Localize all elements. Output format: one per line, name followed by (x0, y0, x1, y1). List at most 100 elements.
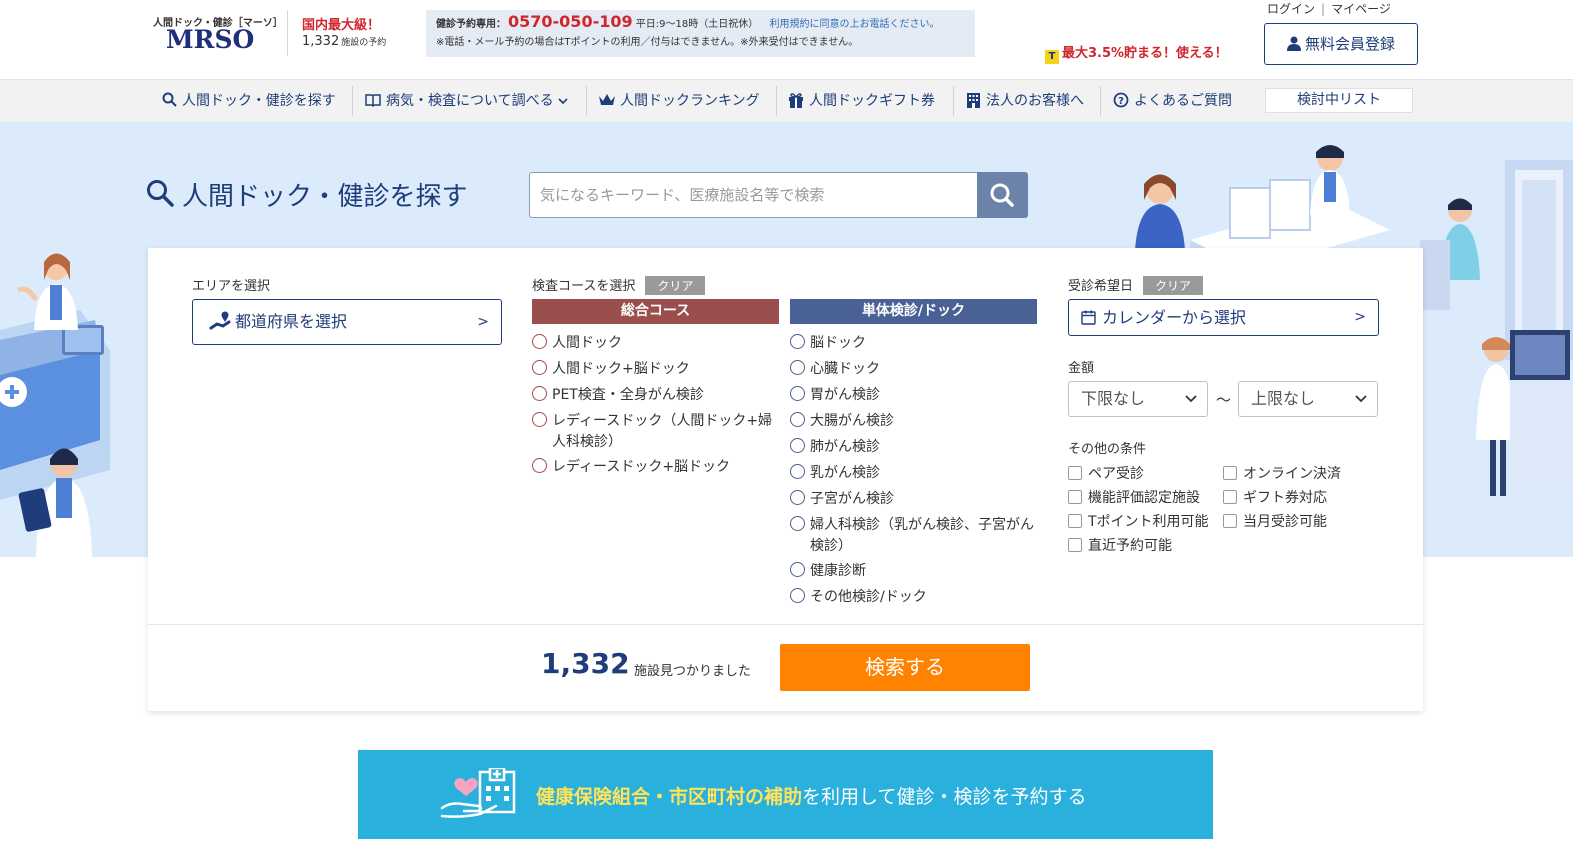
checkbox-accredited[interactable]: 機能評価認定施設 (1068, 487, 1200, 507)
nav-separator (776, 86, 777, 116)
register-button[interactable]: 無料会員登録 (1264, 23, 1418, 65)
radio-circle[interactable] (790, 588, 805, 603)
radio-circle[interactable] (790, 490, 805, 505)
question-icon: ? (1112, 87, 1130, 115)
date-label-text: 受診希望日 (1068, 279, 1134, 294)
calendar-select-button[interactable]: カレンダーから選択 > (1068, 299, 1379, 336)
radio-circle[interactable] (790, 412, 805, 427)
gift-icon (787, 87, 805, 115)
login-link[interactable]: ログイン (1267, 2, 1315, 16)
other-conditions-label: その他の条件 (1068, 442, 1147, 457)
nav-item-ranking[interactable]: 人間ドックランキング (598, 87, 760, 117)
nav-item-label: 人間ドックギフト券 (809, 93, 935, 109)
checkbox-label: ギフト券対応 (1243, 490, 1327, 506)
radio-single[interactable]: 子宮がん検診 (790, 489, 894, 510)
price-min-select[interactable]: 下限なし (1068, 381, 1208, 417)
radio-circle[interactable] (532, 458, 547, 473)
checkbox-tpoint[interactable]: Tポイント利用可能 (1068, 511, 1209, 531)
checkbox-online-payment[interactable]: オンライン決済 (1223, 463, 1341, 483)
nav-item-faq[interactable]: ? よくあるご質問 (1112, 87, 1232, 117)
nav-item-disease[interactable]: 病気・検査について調べる (364, 87, 568, 117)
radio-single[interactable]: 心臓ドック (790, 359, 880, 380)
hero-title-text: 人間ドック・健診を探す (182, 182, 468, 212)
radio-comprehensive[interactable]: PET検査・全身がん検診 (532, 385, 704, 406)
checkbox[interactable] (1223, 466, 1237, 480)
prefecture-select-button[interactable]: 都道府県を選択 > (192, 299, 502, 345)
radio-single[interactable]: 乳がん検診 (790, 463, 880, 484)
hero-title: 人間ドック・健診を探す (146, 176, 467, 213)
keyword-search-input[interactable]: 気になるキーワード、医療施設名等で検索 (529, 172, 979, 218)
chevron-right-icon: > (477, 314, 489, 330)
top-links-separator: | (1321, 2, 1326, 16)
radio-label: その他検診/ドック (810, 589, 927, 605)
nav-item-label: 人間ドック・健診を探す (182, 93, 336, 109)
checkbox-this-month[interactable]: 当月受診可能 (1223, 511, 1327, 531)
checkbox[interactable] (1068, 538, 1082, 552)
phone-info-box: 健診予約専用： 0570-050-109 平日:9～18時（土日祝休） 利用規約に… (426, 10, 975, 57)
radio-circle[interactable] (532, 334, 547, 349)
radio-circle[interactable] (532, 412, 547, 427)
radio-circle[interactable] (790, 464, 805, 479)
checkbox[interactable] (1068, 514, 1082, 528)
calendar-icon (1081, 308, 1102, 327)
phone-hours: 平日:9～18時（土日祝休） (635, 19, 759, 30)
tpoint-promo[interactable]: T 最大3.5%貯まる！使える！ (1045, 42, 1228, 64)
result-count: 1,332 (541, 647, 630, 680)
calendar-select-label: カレンダーから選択 (1102, 308, 1247, 327)
search-submit-button[interactable]: 検索する (780, 644, 1030, 691)
logo[interactable]: MRSO (166, 25, 254, 54)
radio-circle[interactable] (532, 386, 547, 401)
radio-single[interactable]: 胃がん検診 (790, 385, 880, 406)
radio-single[interactable]: 健康診断 (790, 561, 866, 582)
radio-single[interactable]: 大腸がん検診 (790, 411, 894, 432)
checkbox-label: 直近予約可能 (1088, 538, 1172, 554)
radio-circle[interactable] (790, 438, 805, 453)
radio-label: レディースドック+脳ドック (552, 459, 731, 475)
radio-label: 婦人科検診（乳がん検診、子宮がん (810, 517, 1034, 533)
radio-circle[interactable] (532, 360, 547, 375)
chevron-down-icon (558, 93, 568, 109)
phone-number[interactable]: 0570-050-109 (508, 12, 633, 31)
tpoint-text: 最大3.5%貯まる！使える！ (1062, 46, 1228, 61)
checkbox-recent[interactable]: 直近予約可能 (1068, 535, 1172, 555)
radio-label: 胃がん検診 (810, 387, 880, 403)
price-max-select[interactable]: 上限なし (1238, 381, 1378, 417)
radio-label: 肺がん検診 (810, 439, 880, 455)
top-links: ログイン | マイページ (1264, 0, 1394, 17)
radio-single[interactable]: その他検診/ドック (790, 587, 927, 608)
watchlist-button[interactable]: 検討中リスト (1265, 88, 1413, 113)
radio-single[interactable]: 脳ドック (790, 333, 866, 354)
radio-comprehensive[interactable]: 人間ドック (532, 333, 622, 354)
mypage-link[interactable]: マイページ (1331, 2, 1391, 16)
checkbox[interactable] (1223, 490, 1237, 504)
radio-circle[interactable] (790, 516, 805, 531)
hospital-heart-icon (440, 768, 516, 818)
radio-comprehensive[interactable]: 人間ドック+脳ドック (532, 359, 690, 380)
nav-item-corporate[interactable]: 法人のお客様へ (964, 87, 1084, 117)
checkbox-label: Tポイント利用可能 (1088, 514, 1209, 530)
nav-item-gift[interactable]: 人間ドックギフト券 (787, 87, 935, 117)
nav-item-label: 法人のお客様へ (986, 93, 1084, 109)
checkbox-gift-card[interactable]: ギフト券対応 (1223, 487, 1327, 507)
radio-circle[interactable] (790, 386, 805, 401)
radio-single[interactable]: 肺がん検診 (790, 437, 880, 458)
course-clear-button[interactable]: クリア (645, 276, 706, 295)
radio-comprehensive[interactable]: レディースドック+脳ドック (532, 457, 730, 478)
date-clear-button[interactable]: クリア (1143, 276, 1204, 295)
nav-item-label: 人間ドックランキング (620, 93, 760, 109)
radio-circle[interactable] (790, 562, 805, 577)
radio-comprehensive[interactable]: レディースドック（人間ドック+婦 (532, 411, 772, 432)
keyword-search-button[interactable] (977, 172, 1028, 218)
checkbox-label: オンライン決済 (1243, 466, 1341, 482)
checkbox[interactable] (1223, 514, 1237, 528)
search-icon (990, 183, 1014, 207)
checkbox-pair[interactable]: ペア受診 (1068, 463, 1144, 483)
checkbox[interactable] (1068, 490, 1082, 504)
radio-single[interactable]: 婦人科検診（乳がん検診、子宮がん (790, 515, 1034, 536)
subsidy-banner[interactable]: 健康保険組合・市区町村の補助を利用して健診・検診を予約する (358, 750, 1213, 839)
nav-separator (1100, 86, 1101, 116)
checkbox[interactable] (1068, 466, 1082, 480)
nav-item-search[interactable]: 人間ドック・健診を探す (160, 87, 336, 117)
radio-circle[interactable] (790, 360, 805, 375)
radio-circle[interactable] (790, 334, 805, 349)
